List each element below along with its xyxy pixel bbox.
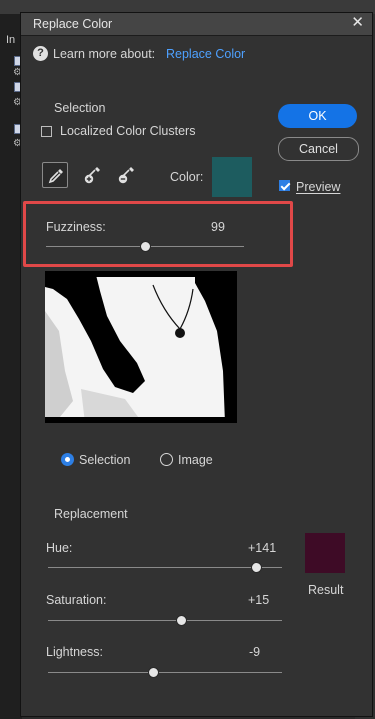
saturation-value[interactable]: +15 [248, 593, 269, 607]
selection-preview-image [45, 271, 237, 423]
ok-button[interactable]: OK [278, 104, 357, 128]
lightness-slider-track[interactable] [48, 672, 282, 673]
subtract-from-sample-tool[interactable] [113, 162, 139, 188]
dialog-title: Replace Color [33, 17, 113, 31]
color-label: Color: [170, 170, 204, 184]
lightness-value[interactable]: -9 [249, 645, 260, 659]
localized-clusters-label: Localized Color Clusters [60, 124, 196, 138]
localized-clusters-checkbox[interactable] [41, 126, 52, 137]
selection-heading: Selection [54, 101, 106, 115]
cancel-button[interactable]: Cancel [278, 137, 359, 161]
layers-panel-edge: In ⚙ ⚙ ⚙ [0, 14, 24, 719]
result-label: Result [308, 583, 344, 597]
help-icon: ? [33, 46, 48, 61]
saturation-label: Saturation: [46, 593, 107, 607]
fuzziness-label: Fuzziness: [46, 220, 106, 234]
fuzziness-value[interactable]: 99 [211, 220, 225, 234]
dialog-titlebar[interactable]: Replace Color ✕ [21, 13, 372, 36]
fuzziness-slider-thumb[interactable] [139, 241, 151, 252]
result-color-swatch[interactable] [305, 533, 345, 573]
panel-tab[interactable]: In [6, 34, 15, 46]
saturation-slider-thumb[interactable] [175, 615, 187, 626]
lightness-label: Lightness: [46, 645, 103, 659]
close-icon[interactable]: ✕ [351, 13, 364, 31]
preview-checkbox[interactable] [279, 180, 290, 191]
hue-slider-thumb[interactable] [250, 562, 262, 573]
replace-color-dialog: Replace Color ✕ ? Learn more about: Repl… [20, 12, 373, 717]
fuzziness-highlight [23, 201, 293, 267]
hue-slider-track[interactable] [48, 567, 282, 568]
saturation-slider-track[interactable] [48, 620, 282, 621]
view-selection-radio[interactable] [61, 453, 74, 466]
eyedropper-subtract-icon [118, 167, 134, 184]
learn-more-label: Learn more about: [53, 47, 156, 61]
lightness-slider-thumb[interactable] [147, 667, 159, 678]
replacement-heading: Replacement [54, 507, 128, 521]
view-image-radio[interactable] [160, 453, 173, 466]
learn-more-link[interactable]: Replace Color [166, 47, 245, 61]
eyedropper-tool[interactable] [42, 162, 68, 188]
preview-label: Preview [296, 180, 341, 194]
hue-value[interactable]: +141 [248, 541, 276, 555]
eyedropper-add-icon [84, 167, 100, 184]
add-to-sample-tool[interactable] [79, 162, 105, 188]
selection-color-swatch[interactable] [212, 157, 252, 197]
view-selection-label: Selection [79, 453, 131, 467]
eyedropper-icon [48, 169, 63, 184]
view-image-label: Image [178, 453, 213, 467]
hue-label: Hue: [46, 541, 73, 555]
